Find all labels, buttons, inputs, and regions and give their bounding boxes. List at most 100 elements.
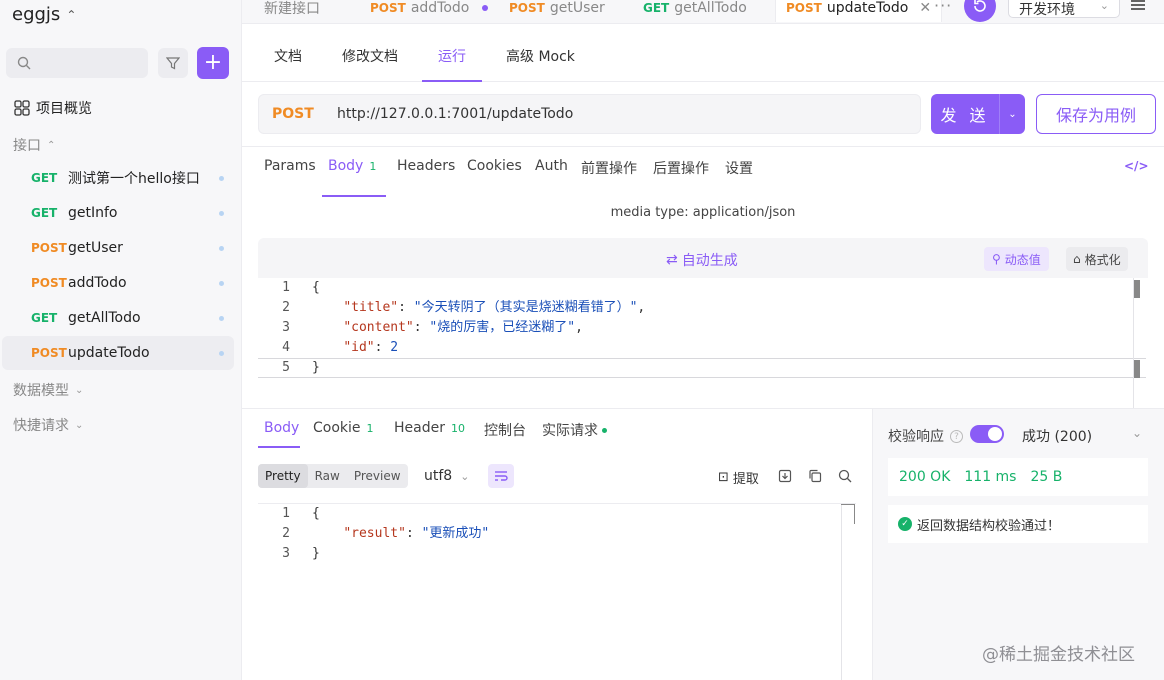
- sidebar-api-item[interactable]: POST addTodo: [2, 266, 234, 300]
- scrollbar-thumb[interactable]: [1134, 280, 1140, 298]
- tab-updatetodo[interactable]: POST updateTodo ✕: [775, 0, 943, 22]
- send-button[interactable]: 发 送 ⌄: [931, 94, 1025, 134]
- status-select[interactable]: 成功 (200): [1022, 426, 1092, 446]
- chevron-down-icon: ⌄: [1099, 0, 1109, 12]
- tab-getuser[interactable]: POST getUser: [509, 0, 605, 22]
- tab-addtodo[interactable]: POST addTodo: [370, 0, 489, 22]
- add-button[interactable]: +: [197, 47, 229, 79]
- copy-icon[interactable]: [807, 468, 823, 484]
- swap-icon: ⇄: [666, 252, 678, 268]
- scrollbar-thumb[interactable]: [841, 504, 855, 524]
- response-time: 111 ms: [964, 469, 1017, 485]
- resp-tab-console[interactable]: 控制台: [484, 420, 526, 440]
- sidebar-api-item[interactable]: GET 测试第一个hello接口: [2, 161, 234, 195]
- resp-tab-actual-request[interactable]: 实际请求: [542, 420, 607, 440]
- subtab-mock[interactable]: 高级 Mock: [506, 46, 575, 66]
- divider: [242, 146, 1164, 147]
- line-number: 5: [282, 360, 290, 375]
- extract-label: 提取: [732, 472, 759, 487]
- request-method[interactable]: POST: [259, 106, 337, 122]
- scrollbar[interactable]: [841, 504, 842, 680]
- project-overview[interactable]: 项目概览: [14, 98, 92, 118]
- project-selector[interactable]: eggjs ⌃: [12, 4, 76, 25]
- subtab-docs[interactable]: 文档: [274, 46, 302, 66]
- environment-select[interactable]: 开发环境 ⌄: [1008, 0, 1120, 18]
- tab-auth[interactable]: Auth: [535, 158, 568, 174]
- filter-button[interactable]: [158, 48, 188, 78]
- tab-params[interactable]: Params: [264, 158, 316, 174]
- validate-toggle[interactable]: [970, 425, 1004, 443]
- tab-getalltodo[interactable]: GET getAllTodo: [643, 0, 747, 22]
- validate-response: 校验响应 ?: [888, 426, 963, 446]
- section-quick[interactable]: 快捷请求 ⌄: [13, 415, 83, 435]
- more-tabs-icon[interactable]: ···: [934, 0, 952, 15]
- view-pretty[interactable]: Pretty: [258, 464, 308, 488]
- tab-settings[interactable]: 设置: [725, 158, 753, 178]
- divider: [242, 81, 1164, 82]
- chevron-down-icon: ⌄: [460, 469, 470, 483]
- search-input[interactable]: [6, 48, 148, 78]
- sidebar-api-item-active[interactable]: POST updateTodo: [2, 336, 234, 370]
- resp-tab-cookie[interactable]: Cookie 1: [313, 420, 374, 436]
- method-badge: POST: [509, 1, 545, 15]
- response-body-viewer[interactable]: 1 { 2 "result": "更新成功" 3 }: [258, 503, 856, 680]
- encoding-select[interactable]: utf8 ⌄: [424, 468, 469, 484]
- section-models[interactable]: 数据模型 ⌄: [13, 380, 83, 400]
- chevron-down-icon[interactable]: ⌄: [1000, 109, 1025, 120]
- help-icon[interactable]: ?: [950, 429, 963, 443]
- tab-pre-ops[interactable]: 前置操作: [581, 158, 637, 178]
- code-line: 5 }: [258, 358, 320, 378]
- count-badge: 10: [450, 421, 465, 435]
- autogen-button[interactable]: ⇄ 自动生成: [666, 250, 738, 270]
- encoding-label: utf8: [424, 468, 453, 484]
- env-label: 开发环境: [1019, 2, 1075, 18]
- code-icon[interactable]: </>: [1124, 159, 1149, 173]
- status-dot: [219, 315, 224, 321]
- validation-message: 返回数据结构校验通过！: [917, 518, 1061, 534]
- wrap-button[interactable]: [488, 464, 514, 488]
- request-body-editor[interactable]: 1 { 2 "title": "今天转阴了（其实是烧迷糊看错了）", 3 "co…: [258, 278, 1148, 408]
- scrollbar-thumb[interactable]: [1134, 360, 1140, 378]
- close-icon[interactable]: ✕: [919, 0, 931, 16]
- validation-result: ✓ 返回数据结构校验通过！: [888, 505, 1148, 543]
- api-name: getUser: [68, 240, 123, 256]
- menu-button[interactable]: [1120, 0, 1156, 18]
- extract-button[interactable]: ⊡ 提取: [718, 468, 759, 487]
- tab-headers[interactable]: Headers: [397, 158, 455, 174]
- chevron-down-icon[interactable]: ⌄: [1132, 426, 1142, 440]
- search-icon[interactable]: [837, 468, 853, 484]
- code-line: 3 "content": "烧的厉害，已经迷糊了",: [258, 318, 583, 338]
- sidebar-api-item[interactable]: GET getInfo: [2, 196, 234, 230]
- count-badge: 1: [369, 159, 377, 173]
- tab-body[interactable]: Body 1: [328, 158, 376, 174]
- tab-bar: 新建接口 POST addTodo POST getUser GET getAl…: [242, 0, 1164, 24]
- download-icon[interactable]: [777, 468, 793, 484]
- chevron-down-icon: ⌄: [75, 419, 84, 431]
- updown-icon: ⌃: [66, 7, 77, 22]
- sidebar-api-item[interactable]: POST getUser: [2, 231, 234, 265]
- sidebar-api-item[interactable]: GET getAllTodo: [2, 301, 234, 335]
- view-mode-group: Pretty Raw Preview: [258, 464, 408, 488]
- tab-new-api[interactable]: 新建接口: [264, 0, 320, 22]
- project-name: eggjs: [12, 4, 61, 25]
- format-button[interactable]: ⌂ 格式化: [1066, 247, 1128, 271]
- tab-cookies[interactable]: Cookies: [467, 158, 522, 174]
- line-number: 2: [282, 300, 290, 315]
- status-dot: [219, 280, 224, 286]
- code-line: 2 "title": "今天转阴了（其实是烧迷糊看错了）",: [258, 298, 645, 318]
- line-number: 2: [282, 526, 290, 541]
- subtab-edit-docs[interactable]: 修改文档: [342, 46, 398, 66]
- section-api[interactable]: 接口 ⌃: [13, 135, 55, 155]
- subtab-run[interactable]: 运行: [438, 46, 466, 66]
- view-raw[interactable]: Raw: [308, 464, 347, 488]
- dynamic-value-button[interactable]: ⚲ 动态值: [984, 247, 1049, 271]
- resp-tab-header[interactable]: Header 10: [394, 420, 465, 436]
- tab-post-ops[interactable]: 后置操作: [653, 158, 709, 178]
- resp-tab-body[interactable]: Body: [264, 420, 299, 436]
- status-dot: [602, 427, 607, 433]
- url-bar[interactable]: POST http://127.0.0.1:7001/updateTodo: [258, 94, 921, 134]
- sync-button[interactable]: [964, 0, 996, 22]
- view-preview[interactable]: Preview: [347, 464, 408, 488]
- save-case-button[interactable]: 保存为用例: [1036, 94, 1156, 134]
- request-url[interactable]: http://127.0.0.1:7001/updateTodo: [337, 106, 573, 122]
